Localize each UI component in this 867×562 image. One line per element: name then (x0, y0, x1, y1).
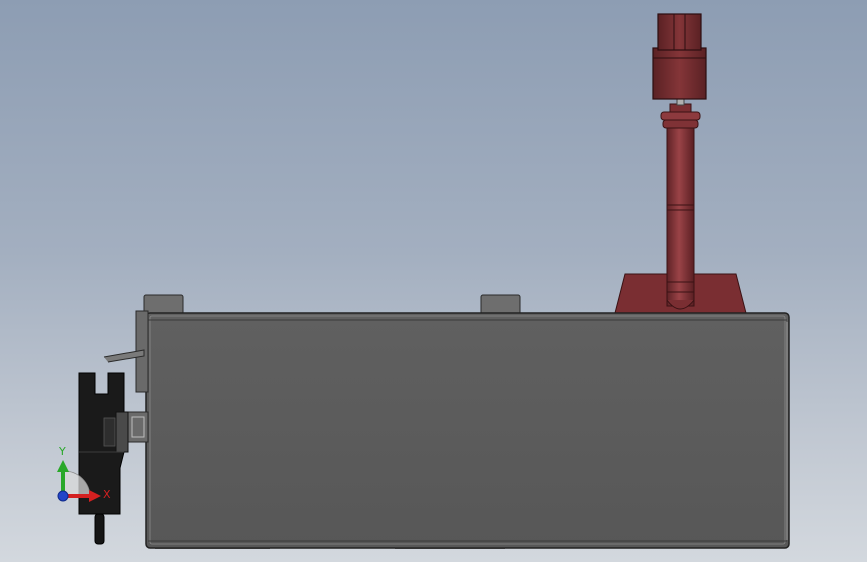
cad-viewport[interactable]: Y X (0, 0, 867, 562)
probe-collar (660, 98, 701, 129)
main-housing (145, 312, 790, 549)
mounting-tab-left (143, 294, 184, 316)
model-canvas: Y X (57, 13, 790, 549)
mounting-tab-middle (480, 294, 521, 316)
axis-label-x: X (103, 488, 111, 501)
fork-sensor (78, 372, 129, 545)
probe-connector-cap (652, 13, 707, 100)
probe-rod (666, 125, 695, 310)
axis-label-y: Y (58, 445, 66, 458)
z-axis-dot (57, 490, 69, 502)
